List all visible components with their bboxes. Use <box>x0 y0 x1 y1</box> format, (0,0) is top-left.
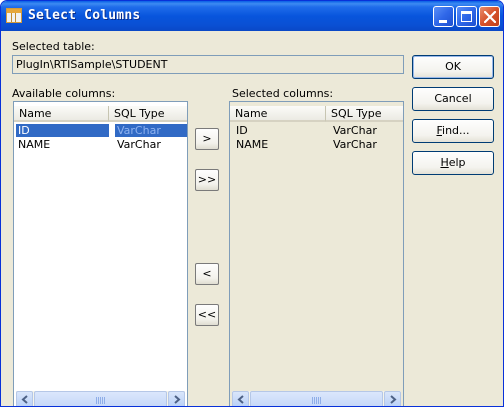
minimize-icon <box>439 20 447 23</box>
title-bar[interactable]: Select Columns <box>1 1 503 31</box>
maximize-button[interactable] <box>456 6 477 27</box>
remove-all-columns-button[interactable]: << <box>195 304 219 326</box>
cancel-button[interactable]: Cancel <box>412 87 494 111</box>
available-columns-list[interactable]: Name SQL Type ID VarChar NAME VarChar <box>13 101 188 406</box>
scroll-right-button[interactable] <box>168 391 185 406</box>
list-header: Name SQL Type <box>230 106 403 122</box>
scroll-left-button[interactable] <box>232 391 249 406</box>
selected-columns-list[interactable]: Name SQL Type ID VarChar NAME VarChar <box>229 101 404 406</box>
item-name: ID <box>236 124 248 137</box>
close-icon <box>484 11 496 23</box>
chevron-left-icon <box>237 395 244 404</box>
list-item[interactable]: NAME VarChar <box>16 138 187 151</box>
column-header-name[interactable]: Name <box>230 106 326 122</box>
item-sql-type: VarChar <box>333 138 377 151</box>
table-icon <box>6 8 22 23</box>
item-sql-type: VarChar <box>333 124 377 137</box>
chevron-left-icon <box>21 395 28 404</box>
horizontal-scrollbar[interactable] <box>232 391 401 406</box>
scroll-left-button[interactable] <box>16 391 33 406</box>
add-column-button[interactable]: > <box>195 128 219 150</box>
list-item[interactable]: NAME VarChar <box>232 138 403 151</box>
help-button[interactable]: Help <box>412 151 494 175</box>
select-columns-dialog: Select Columns Selected table: PlugIn\RT… <box>0 0 504 407</box>
minimize-button[interactable] <box>433 6 454 27</box>
help-label: elp <box>448 156 466 169</box>
item-name: ID <box>16 124 109 137</box>
chevron-right-icon <box>174 395 181 404</box>
item-sql-type: VarChar <box>117 138 161 151</box>
grip-icon <box>96 397 105 404</box>
list-item[interactable]: ID VarChar <box>232 124 403 137</box>
find-button[interactable]: Find... <box>412 119 494 143</box>
ok-button[interactable]: OK <box>412 55 494 79</box>
selected-table-field[interactable]: PlugIn\RTISample\STUDENT <box>12 55 404 74</box>
chevron-right-icon <box>390 395 397 404</box>
item-name: NAME <box>236 138 269 151</box>
column-header-sql-type[interactable]: SQL Type <box>326 106 403 122</box>
list-item[interactable]: ID VarChar <box>16 124 187 137</box>
available-columns-label: Available columns: <box>12 87 116 100</box>
column-header-sql-type[interactable]: SQL Type <box>109 106 187 122</box>
window-title: Select Columns <box>28 8 141 23</box>
add-all-columns-button[interactable]: >> <box>195 169 219 191</box>
list-header: Name SQL Type <box>14 106 187 122</box>
scroll-right-button[interactable] <box>384 391 401 406</box>
help-mnemonic: H <box>440 156 449 169</box>
selected-table-label: Selected table: <box>12 40 95 53</box>
grip-icon <box>312 397 321 404</box>
find-label: ind... <box>442 124 470 137</box>
item-name: NAME <box>18 138 51 151</box>
close-button[interactable] <box>479 6 500 27</box>
item-sql-type: VarChar <box>115 124 187 137</box>
scroll-thumb[interactable] <box>34 391 167 406</box>
maximize-icon <box>461 11 472 22</box>
column-header-name[interactable]: Name <box>14 106 109 122</box>
remove-column-button[interactable]: < <box>195 263 219 285</box>
horizontal-scrollbar[interactable] <box>16 391 185 406</box>
selected-columns-label: Selected columns: <box>232 87 334 100</box>
scroll-thumb[interactable] <box>250 391 383 406</box>
